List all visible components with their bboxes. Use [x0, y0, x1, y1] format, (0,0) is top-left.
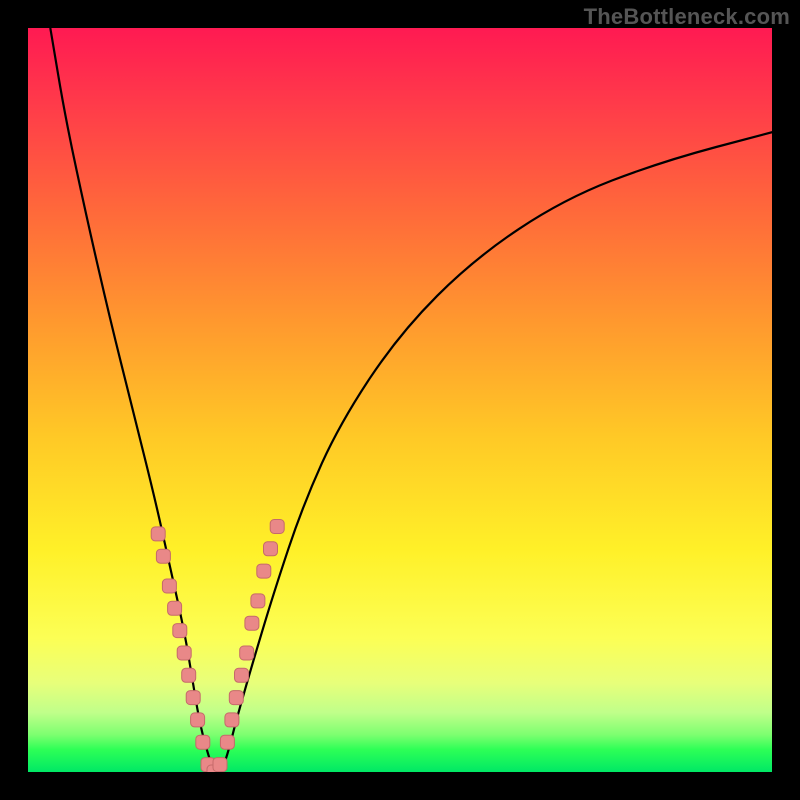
data-marker [245, 616, 259, 630]
chart-frame: TheBottleneck.com [0, 0, 800, 800]
data-marker [229, 691, 243, 705]
watermark-text: TheBottleneck.com [584, 4, 790, 30]
data-marker [220, 735, 234, 749]
data-markers [151, 520, 284, 773]
data-marker [235, 668, 249, 682]
data-marker [162, 579, 176, 593]
data-marker [177, 646, 191, 660]
data-marker [186, 691, 200, 705]
data-marker [257, 564, 271, 578]
data-marker [168, 601, 182, 615]
data-marker [151, 527, 165, 541]
data-marker [251, 594, 265, 608]
data-marker [225, 713, 239, 727]
data-marker [270, 520, 284, 534]
data-marker [213, 758, 227, 772]
bottleneck-curve [50, 28, 772, 772]
bottleneck-curve-svg [28, 28, 772, 772]
data-marker [156, 549, 170, 563]
data-marker [264, 542, 278, 556]
data-marker [191, 713, 205, 727]
data-marker [196, 735, 210, 749]
data-marker [182, 668, 196, 682]
data-marker [173, 624, 187, 638]
plot-area [28, 28, 772, 772]
data-marker [240, 646, 254, 660]
